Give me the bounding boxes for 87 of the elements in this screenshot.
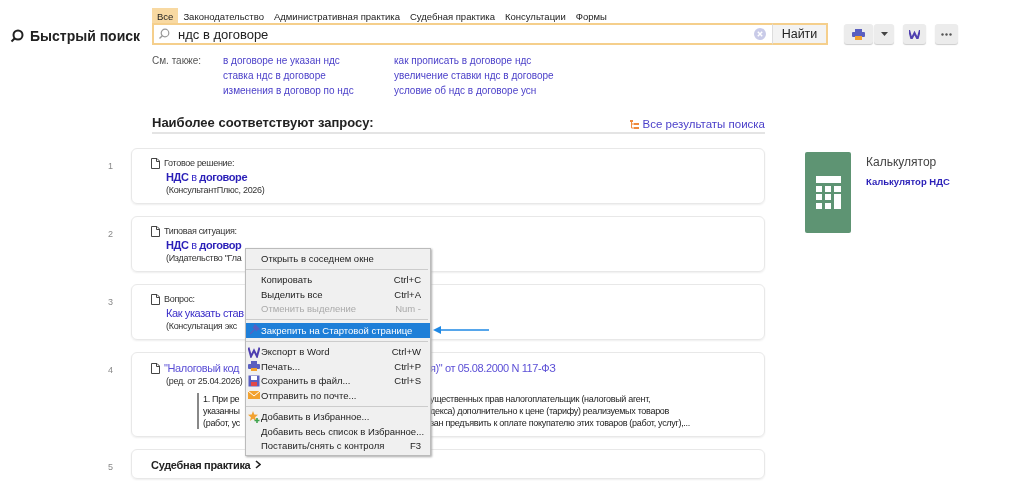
related-search-link[interactable]: изменения в договор по ндс [223, 84, 394, 97]
all-results-link[interactable]: Все результаты поиска [642, 118, 765, 130]
menu-item[interactable]: Выделить все Ctrl+A [246, 287, 430, 302]
document-category: Типовая ситуация: [164, 225, 237, 238]
menu-item[interactable]: Печать... Ctrl+P [246, 359, 430, 374]
dropdown-button[interactable] [874, 24, 894, 44]
more-icon [941, 32, 952, 36]
shortcut-label: Ctrl+W [391, 346, 421, 358]
tab[interactable]: Формы [570, 8, 612, 23]
snippet-text: указанны [203, 405, 240, 416]
snippet-text: (работ, ус [203, 417, 240, 428]
document-source: (КонсультантПлюс, 2026) [166, 183, 265, 196]
result-number: 3 [108, 296, 114, 309]
section-heading: Наиболее соответствуют запросу: [152, 115, 374, 130]
menu-item[interactable]: Сохранить в файл... Ctrl+S [246, 373, 430, 388]
result-number: 4 [108, 364, 114, 377]
pin-icon [248, 324, 260, 337]
document-category: Вопрос: [164, 293, 195, 306]
more-button[interactable] [935, 24, 958, 44]
printer-icon [852, 28, 865, 40]
snippet-text: ущественных прав налогоплательщик (налоговый агент, [430, 393, 651, 404]
calculator-link[interactable]: Калькулятор НДС [866, 176, 950, 187]
shortcut-label: F3 [409, 440, 421, 452]
word-export-button[interactable] [903, 24, 926, 44]
document-source: (Издательство "Гла [166, 251, 242, 264]
related-search-link[interactable]: увеличение ставки ндс в договоре [394, 69, 614, 82]
section-link[interactable]: Судебная практика [151, 458, 251, 471]
tab[interactable]: Законодательство [178, 8, 269, 23]
document-icon [151, 362, 160, 374]
search-icon [10, 29, 24, 43]
menu-item[interactable]: Закрепить на Стартовой странице [246, 323, 430, 338]
shortcut-label: Ctrl+P [394, 360, 421, 372]
menu-item[interactable]: Отправить по почте... [246, 388, 430, 403]
shortcut-label: Num - [395, 303, 421, 315]
document-link[interactable]: НДС в договоре [166, 169, 248, 184]
see-also-label: См. также: [152, 54, 203, 68]
document-edition: (ред. от 25.04.2026) [166, 375, 243, 388]
document-link[interactable]: НДС в договор [166, 237, 242, 252]
result-number: 1 [108, 160, 114, 173]
caret-icon [880, 32, 888, 36]
word-icon [909, 29, 920, 39]
menu-item[interactable]: Поставить/снять с контроля F3 [246, 438, 430, 453]
result-number: 5 [108, 460, 114, 474]
result-number: 2 [108, 228, 114, 241]
widget-title: Калькулятор [866, 155, 938, 169]
shortcut-label: Ctrl+S [394, 375, 421, 387]
document-icon [151, 157, 160, 169]
menu-item[interactable]: Добавить в Избранное... [246, 409, 430, 424]
tab[interactable]: Консультации [500, 8, 571, 23]
calculator-tile[interactable] [805, 152, 851, 233]
document-source: (Консультация экс [166, 319, 237, 332]
search-button[interactable]: Найти [772, 23, 828, 45]
shortcut-label: Ctrl+C [393, 274, 421, 286]
document-icon [151, 225, 160, 237]
print-button[interactable] [844, 24, 873, 44]
printer-icon [248, 360, 260, 373]
document-link[interactable]: Как указать став [166, 305, 244, 320]
tab[interactable]: Все [152, 8, 179, 23]
star-icon [248, 410, 260, 423]
menu-item[interactable]: Копировать Ctrl+C [246, 272, 430, 287]
chevron-icon [255, 460, 262, 470]
document-link[interactable]: я)" от 05.08.2000 N 117-ФЗ [430, 362, 556, 374]
word-icon [248, 345, 260, 358]
shortcut-label: Ctrl+A [394, 288, 421, 300]
related-search-link[interactable]: как прописать в договоре ндс [394, 54, 614, 67]
envelope-icon [248, 389, 260, 402]
menu-item: Отменить выделение Num - [260, 302, 422, 316]
tab[interactable]: Судебная практика [404, 8, 500, 23]
snippet-text: зан предъявить к оплате покупателю этих товаров (работ, услуг),... [430, 417, 690, 428]
menu-item[interactable]: Добавить весь список в Избранное... [246, 424, 430, 439]
tree-icon [629, 119, 639, 129]
document-icon [151, 293, 160, 305]
menu-item[interactable]: Открыть в соседнем окне [246, 251, 430, 266]
document-category: Готовое решение: [164, 157, 235, 170]
pointer-arrow [433, 325, 490, 335]
related-search-link[interactable]: ставка ндс в договоре [223, 69, 394, 82]
menu-item[interactable]: Экспорт в Word Ctrl+W [246, 344, 430, 359]
related-search-link[interactable]: в договоре не указан ндс [223, 54, 394, 67]
floppy-icon [248, 374, 260, 387]
search-icon [158, 28, 170, 40]
tab[interactable]: Административная практика [268, 8, 405, 23]
document-link[interactable]: "Налоговый код [164, 362, 240, 374]
related-search-link[interactable]: условие об ндс в договоре усн [394, 84, 614, 97]
page-title: Быстрый поиск [30, 28, 141, 44]
snippet-text: 1. При ре [203, 393, 240, 404]
search-field[interactable]: ндс в договоре [152, 23, 772, 45]
calculator-icon [815, 176, 841, 209]
